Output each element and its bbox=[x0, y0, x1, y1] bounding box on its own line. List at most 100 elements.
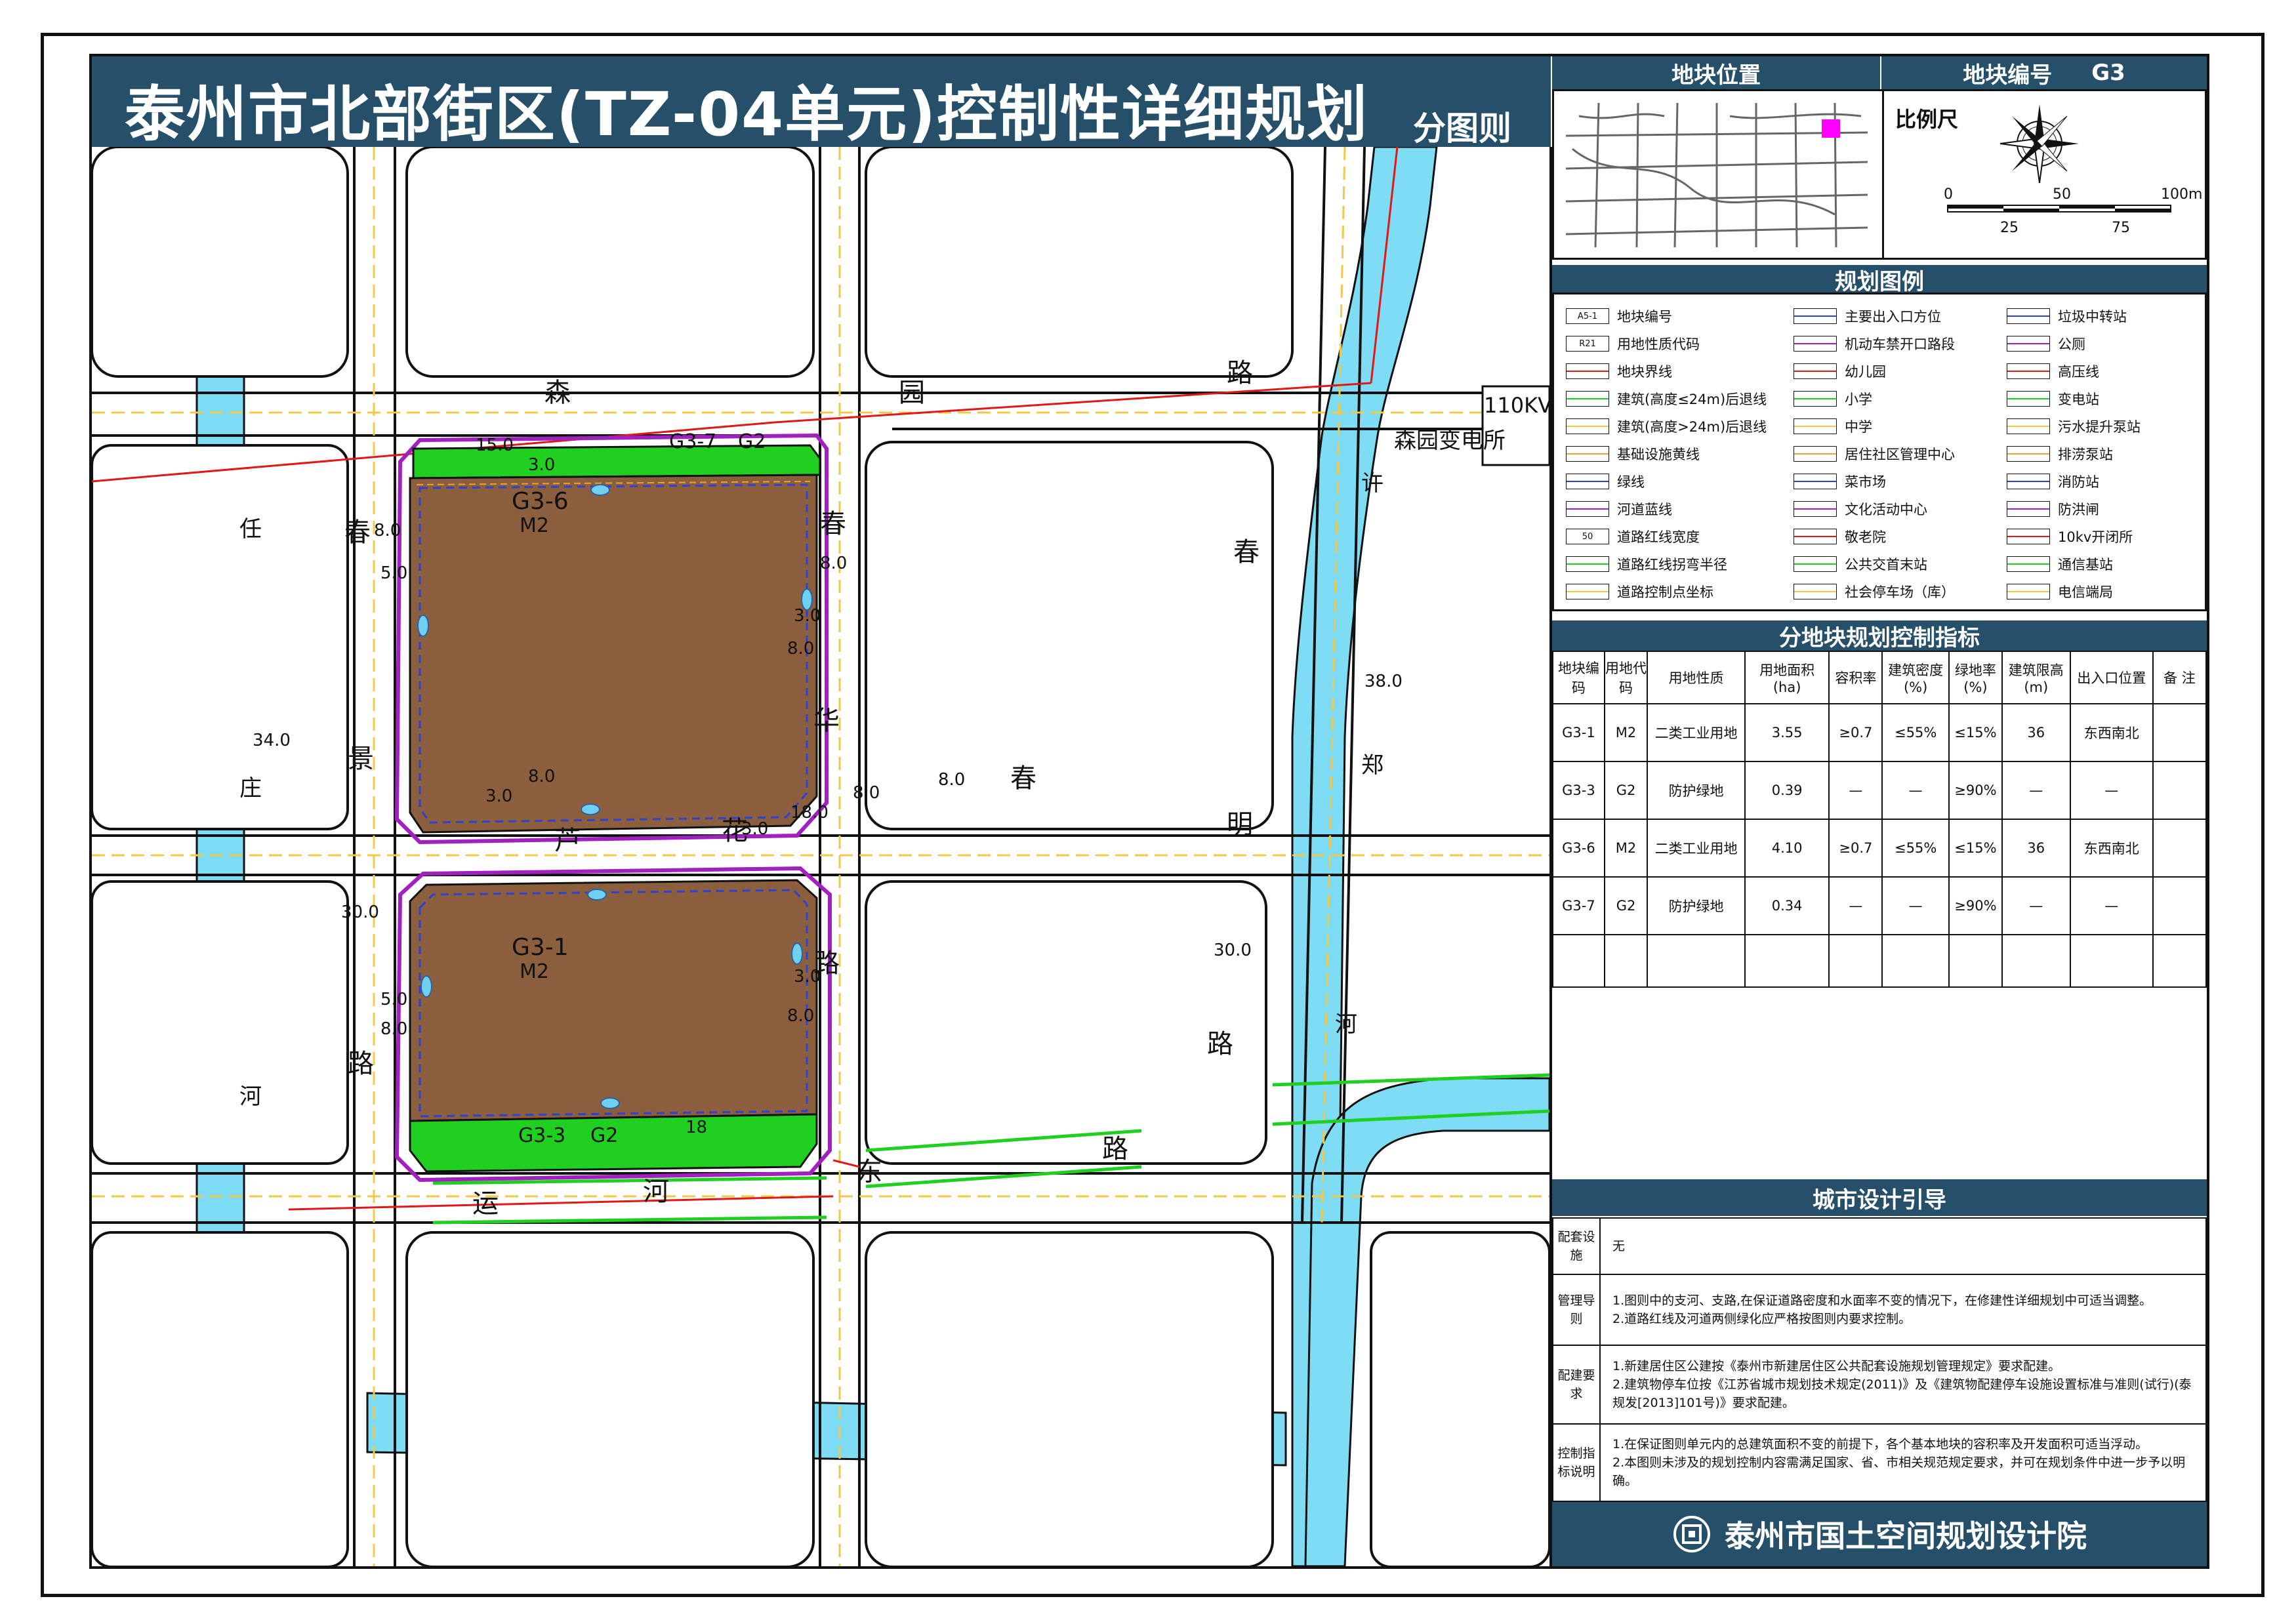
legend-label: 公厕 bbox=[2058, 336, 2085, 352]
table-row-empty bbox=[1552, 934, 2207, 988]
dim-label: 3.0 bbox=[794, 606, 821, 626]
legend-symbol-icon bbox=[1794, 418, 1837, 434]
table-cell: 东西南北 bbox=[2069, 703, 2154, 762]
table-cell: 二类工业用地 bbox=[1647, 819, 1746, 878]
legend-label: 高压线 bbox=[2058, 364, 2099, 380]
road-label-chunming-1: 春 bbox=[1010, 763, 1036, 794]
dim-label: 3.0 bbox=[528, 455, 556, 475]
legend-symbol-icon bbox=[2007, 336, 2050, 352]
dim-label: 18.0 bbox=[790, 803, 829, 822]
table-row: G3-3 G2 防护绿地 0.39— — ≥90% — — bbox=[1552, 761, 2207, 820]
guide-provision-line: 1.新建居住区公建按《泰州市新建居住区公共配套设施规划管理规定》要求配建。 bbox=[1612, 1359, 2061, 1373]
road-label-yunhe-4: 路 bbox=[1102, 1134, 1128, 1164]
code-value: G3 bbox=[2091, 60, 2125, 86]
table-cell bbox=[1948, 934, 2003, 988]
page-subtitle: 分图则 bbox=[1413, 110, 1511, 148]
legend-item: 基础设施黄线 bbox=[1566, 444, 1700, 464]
guide-management: 管理导则 1.图则中的支河、支路,在保证道路密度和水面率不变的情况下，在修建性详… bbox=[1552, 1274, 2207, 1346]
road-label-chunming-3: 路 bbox=[1207, 1029, 1233, 1059]
substation-name: 森园变电所 bbox=[1394, 428, 1506, 454]
table-cell: 0.34 bbox=[1744, 876, 1830, 935]
legend-symbol-icon bbox=[1794, 308, 1837, 324]
table-header-cell: 绿地率(%) bbox=[1948, 651, 2003, 704]
dim-label: 8.0 bbox=[853, 783, 880, 803]
table-cell: 3.55 bbox=[1744, 703, 1830, 762]
legend-label: 河道蓝线 bbox=[1617, 502, 1672, 517]
legend-item: 公厕 bbox=[2007, 334, 2085, 354]
legend-item: 消防站 bbox=[2007, 472, 2099, 491]
legend-label: 地块编号 bbox=[1617, 309, 1672, 325]
table-cell: 二类工业用地 bbox=[1647, 703, 1746, 762]
table-cell bbox=[1647, 934, 1746, 988]
control-table: 地块编码 用地代码 用地性质 用地面积(ha) 容积率 建筑密度(%) 绿地率(%) 建筑限高… bbox=[1552, 651, 2207, 988]
guide-management-line: 1.图则中的支河、支路,在保证道路密度和水面率不变的情况下，在修建性详细规划中可… bbox=[1612, 1293, 2152, 1308]
legend-item: 电信端局 bbox=[2007, 582, 2113, 601]
scale-label: 比例尺 bbox=[1895, 107, 1959, 132]
legend-symbol-icon bbox=[2007, 308, 2050, 324]
legend-item: 10kv开闭所 bbox=[2007, 527, 2133, 546]
legend-symbol-icon bbox=[1794, 556, 1837, 572]
legend-label: 敬老院 bbox=[1845, 529, 1886, 545]
info-panel: 地块位置 地块编号 G3 比例尺 0 50 100m 25 75 规划图例 A5… bbox=[1552, 56, 2207, 1566]
dim-label: 8.0 bbox=[787, 639, 815, 659]
legend-label: 污水提升泵站 bbox=[2058, 419, 2141, 435]
parcel-code-g3-1: G3-1 bbox=[512, 934, 569, 961]
guide-control: 控制指标说明 1.在保证图则单元内的总建筑面积不变的前提下，各个基本地块的容积率… bbox=[1552, 1423, 2207, 1502]
location-header: 地块位置 bbox=[1552, 56, 1880, 89]
legend-item: 地块界线 bbox=[1566, 361, 1672, 381]
legend-symbol-icon bbox=[1794, 446, 1837, 462]
legend-symbol-icon bbox=[1566, 501, 1609, 517]
guide-facilities-label: 配套设施 bbox=[1553, 1219, 1601, 1274]
river-label-xuzheng-2: 郑 bbox=[1361, 752, 1384, 779]
legend-symbol-icon bbox=[1566, 391, 1609, 407]
table-cell: G3-7 bbox=[1552, 876, 1605, 935]
control-title: 分地块规划控制指标 bbox=[1779, 624, 1980, 651]
dim-label: 18 bbox=[686, 1118, 708, 1137]
parcel-use-g3-7: G2 bbox=[738, 430, 766, 453]
table-cell: ≤55% bbox=[1881, 819, 1950, 878]
parcel-g3-1-fill bbox=[409, 879, 818, 1122]
table-cell: M2 bbox=[1603, 703, 1649, 762]
table-cell: 防护绿地 bbox=[1647, 876, 1746, 935]
table-cell: — bbox=[1828, 876, 1883, 935]
legend-label: 公共交首末站 bbox=[1845, 557, 1927, 573]
legend-item: 幼儿园 bbox=[1794, 361, 1886, 381]
legend-item: 小学 bbox=[1794, 389, 1872, 409]
legend-item: 50 道路红线宽度 bbox=[1566, 527, 1700, 546]
table-cell bbox=[1552, 934, 1605, 988]
legend-item: 菜市场 bbox=[1794, 472, 1886, 491]
legend-label: 机动车禁开口路段 bbox=[1845, 336, 1955, 352]
river-label-renzhuang-1: 任 bbox=[239, 516, 262, 542]
table-cell: — bbox=[2001, 876, 2071, 935]
guide-provision: 配建要求 1.新建居住区公建按《泰州市新建居住区公共配套设施规划管理规定》要求配… bbox=[1552, 1345, 2207, 1425]
legend-label: 基础设施黄线 bbox=[1617, 447, 1700, 462]
dim-label: 15.0 bbox=[476, 436, 514, 455]
parcel-use-g3-3: G2 bbox=[590, 1124, 619, 1147]
control-header: 分地块规划控制指标 bbox=[1552, 620, 2207, 651]
table-cell bbox=[2001, 934, 2071, 988]
dim-label: 3.0 bbox=[794, 967, 821, 986]
legend-label: 建筑(高度>24m)后退线 bbox=[1617, 419, 1767, 435]
guide-management-line: 2.道路红线及河道两侧绿化应严格按图则内要求控制。 bbox=[1612, 1312, 1912, 1326]
legend-symbol-icon bbox=[2007, 418, 2050, 434]
table-cell: ≤15% bbox=[1948, 819, 2003, 878]
table-header-cell: 容积率 bbox=[1828, 651, 1883, 704]
table-cell: G2 bbox=[1603, 761, 1649, 820]
legend-item: 排涝泵站 bbox=[2007, 444, 2113, 464]
legend-label: 防洪闸 bbox=[2058, 502, 2099, 517]
legend-symbol-icon bbox=[2007, 474, 2050, 489]
legend-item: 敬老院 bbox=[1794, 527, 1886, 546]
planning-map: G3-6 M2 G3-1 M2 G3-7 G2 G3-3 G2 森 园 路 春 … bbox=[91, 146, 1552, 1568]
legend-label: 道路控制点坐标 bbox=[1617, 584, 1713, 600]
table-cell: — bbox=[2001, 761, 2071, 820]
dim-label: 8.0 bbox=[528, 767, 556, 786]
dim-label: 34.0 bbox=[253, 731, 291, 750]
dim-label: 8.0 bbox=[380, 1019, 408, 1039]
substation-voltage: 110KV bbox=[1484, 393, 1552, 418]
legend-symbol-icon bbox=[2007, 556, 2050, 572]
legend-label: 居住社区管理中心 bbox=[1845, 447, 1955, 462]
legend-item: A5-1 地块编号 bbox=[1566, 306, 1672, 326]
legend-symbol-icon: R21 bbox=[1566, 336, 1609, 352]
legend-symbol-icon bbox=[1794, 501, 1837, 517]
legend-symbol-icon bbox=[1566, 556, 1609, 572]
